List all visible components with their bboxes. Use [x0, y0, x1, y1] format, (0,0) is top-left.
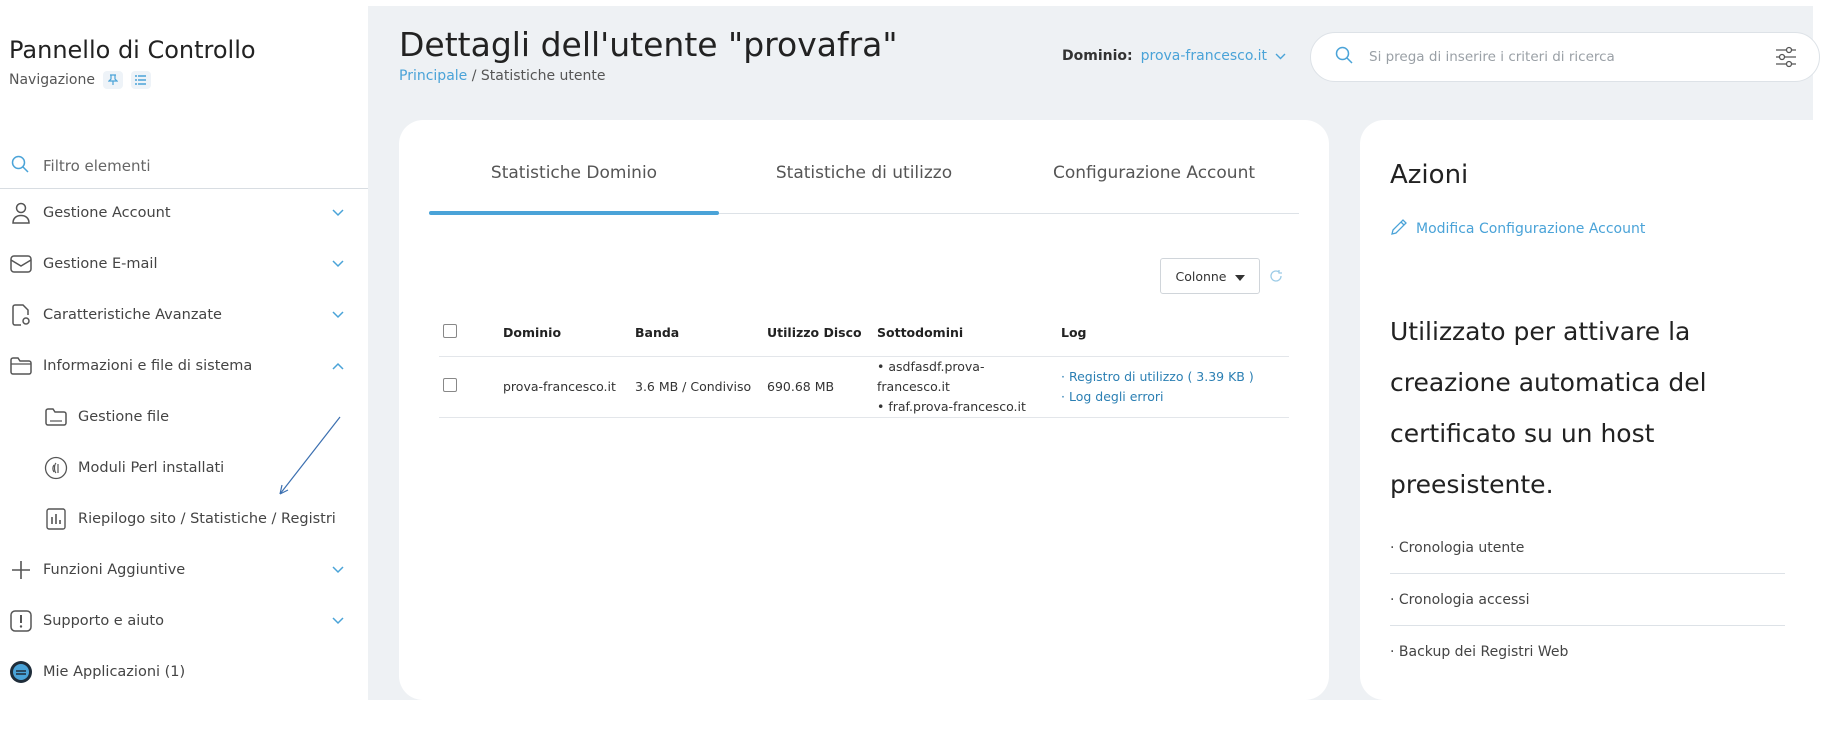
breadcrumb-separator: / — [467, 68, 481, 84]
row-checkbox-cell — [439, 356, 499, 418]
usage-log-link[interactable]: Registro di utilizzo ( 3.39 KB ) — [1061, 367, 1285, 387]
breadcrumb-current: Statistiche utente — [480, 68, 606, 84]
edit-account-config-label: Modifica Configurazione Account — [1416, 221, 1646, 237]
sidebar-item-supporto[interactable]: Supporto e aiuto — [9, 606, 344, 636]
chevron-down-icon — [332, 205, 344, 221]
domain-value[interactable]: prova-francesco.it — [1141, 48, 1267, 64]
disk-usage-value: 690.68 MB — [763, 356, 873, 418]
mail-icon — [9, 252, 33, 276]
subdomain-item: asdfasdf.prova-francesco.it — [877, 357, 1053, 397]
sidebar-item-label: Gestione file — [78, 409, 170, 425]
logs-cell: Registro di utilizzo ( 3.39 KB ) Log deg… — [1057, 356, 1289, 418]
sidebar-title: Pannello di Controllo — [9, 36, 256, 64]
sidebar: Pannello di Controllo Navigazione Filtro… — [0, 0, 368, 700]
sidebar-item-gestione-account[interactable]: Gestione Account — [9, 198, 344, 228]
advanced-file-icon — [9, 303, 33, 327]
actions-title: Azioni — [1390, 160, 1469, 190]
search-icon — [11, 155, 29, 177]
column-header[interactable]: Utilizzo Disco — [763, 310, 873, 357]
sidebar-item-label: Moduli Perl installati — [78, 460, 225, 476]
columns-button-label: Colonne — [1175, 268, 1227, 284]
caret-down-icon — [1234, 269, 1245, 284]
chevron-up-icon — [332, 358, 344, 374]
page-title: Dettagli dell'utente "provafra" — [399, 25, 898, 64]
column-header[interactable]: Sottodomini — [873, 310, 1057, 357]
alert-icon — [9, 609, 33, 633]
plus-icon — [9, 558, 33, 582]
column-header[interactable]: Log — [1057, 310, 1289, 357]
sidebar-item-label: Mie Applicazioni (1) — [43, 664, 186, 680]
global-search[interactable] — [1310, 32, 1820, 82]
row-checkbox[interactable] — [443, 378, 457, 392]
domain-stats-table: Dominio Banda Utilizzo Disco Sottodomini… — [439, 310, 1289, 418]
header-checkbox-cell — [439, 310, 499, 357]
domain-link[interactable]: prova-francesco.it — [499, 356, 631, 418]
search-input[interactable] — [1369, 49, 1759, 65]
sidebar-item-informazioni-sistema[interactable]: Informazioni e file di sistema — [9, 351, 344, 381]
sidebar-item-mie-applicazioni[interactable]: Mie Applicazioni (1) — [9, 657, 344, 687]
domain-selector[interactable]: Dominio: prova-francesco.it — [1062, 48, 1286, 64]
sidebar-nav-header: Navigazione — [9, 71, 151, 89]
chevron-down-icon — [332, 256, 344, 272]
columns-button[interactable]: Colonne — [1160, 258, 1260, 294]
sidebar-item-label: Informazioni e file di sistema — [43, 358, 253, 374]
sidebar-item-caratteristiche-avanzate[interactable]: Caratteristiche Avanzate — [9, 300, 344, 330]
error-log-link[interactable]: Log degli errori — [1061, 387, 1285, 407]
breadcrumb-home-link[interactable]: Principale — [399, 68, 467, 84]
pencil-icon — [1390, 218, 1408, 240]
perl-icon — [44, 456, 68, 480]
sidebar-item-label: Funzioni Aggiuntive — [43, 562, 186, 578]
table-row: prova-francesco.it 3.6 MB / Condiviso 69… — [439, 356, 1289, 418]
subdomain-item: fraf.prova-francesco.it — [877, 397, 1053, 417]
apps-icon — [9, 660, 33, 684]
sidebar-item-label: Supporto e aiuto — [43, 613, 164, 629]
subdomains-cell: asdfasdf.prova-francesco.it fraf.prova-f… — [873, 356, 1057, 418]
sidebar-item-funzioni-aggiuntive[interactable]: Funzioni Aggiuntive — [9, 555, 344, 585]
list-icon[interactable] — [130, 71, 151, 89]
bandwidth-value: 3.6 MB / Condiviso — [631, 356, 763, 418]
sidebar-item-label: Riepilogo sito / Statistiche / Registri — [78, 511, 336, 527]
search-icon — [1335, 46, 1353, 68]
column-header[interactable]: Dominio — [499, 310, 631, 357]
folder-icon — [44, 405, 68, 429]
sidebar-subtitle: Navigazione — [9, 72, 95, 88]
tab-bar: Statistiche Dominio Statistiche di utili… — [429, 154, 1299, 215]
user-history-link[interactable]: · Cronologia utente — [1390, 522, 1785, 574]
actions-description: Utilizzato per attivare la creazione aut… — [1390, 317, 1707, 499]
sidebar-item-label: Gestione Account — [43, 205, 171, 221]
sidebar-item-riepilogo-sito[interactable]: Riepilogo sito / Statistiche / Registri — [44, 504, 344, 534]
access-history-link[interactable]: · Cronologia accessi — [1390, 574, 1785, 626]
stats-icon — [44, 507, 68, 531]
refresh-icon[interactable] — [1269, 268, 1283, 287]
domain-label: Dominio: — [1062, 48, 1133, 64]
sidebar-item-label: Gestione E-mail — [43, 256, 158, 272]
sidebar-filter[interactable]: Filtro elementi — [0, 143, 368, 189]
tab-configurazione-account[interactable]: Configurazione Account — [1009, 154, 1299, 213]
breadcrumb: Principale / Statistiche utente — [399, 68, 606, 84]
table-header-row: Dominio Banda Utilizzo Disco Sottodomini… — [439, 310, 1289, 357]
annotation-arrow — [279, 416, 341, 495]
filter-settings-icon[interactable] — [1775, 46, 1797, 72]
user-icon — [9, 201, 33, 225]
chevron-down-icon — [332, 562, 344, 578]
edit-account-config-link[interactable]: Modifica Configurazione Account — [1390, 218, 1645, 240]
sidebar-item-label: Caratteristiche Avanzate — [43, 307, 222, 323]
web-logs-backup-link[interactable]: · Backup dei Registri Web — [1390, 626, 1785, 678]
actions-card: Azioni Modifica Configurazione Account U… — [1360, 120, 1813, 700]
main-content: Dettagli dell'utente "provafra" Principa… — [368, 6, 1820, 700]
sidebar-item-gestione-email[interactable]: Gestione E-mail — [9, 249, 344, 279]
stats-card: Statistiche Dominio Statistiche di utili… — [399, 120, 1329, 700]
pin-icon[interactable] — [102, 71, 123, 89]
tab-statistiche-utilizzo[interactable]: Statistiche di utilizzo — [719, 154, 1009, 213]
tab-statistiche-dominio[interactable]: Statistiche Dominio — [429, 154, 719, 215]
folder-icon — [9, 354, 33, 378]
chevron-down-icon — [332, 307, 344, 323]
filter-input[interactable]: Filtro elementi — [43, 157, 151, 175]
chevron-down-icon — [1275, 48, 1286, 64]
select-all-checkbox[interactable] — [443, 324, 457, 339]
chevron-down-icon — [332, 613, 344, 629]
column-header[interactable]: Banda — [631, 310, 763, 357]
